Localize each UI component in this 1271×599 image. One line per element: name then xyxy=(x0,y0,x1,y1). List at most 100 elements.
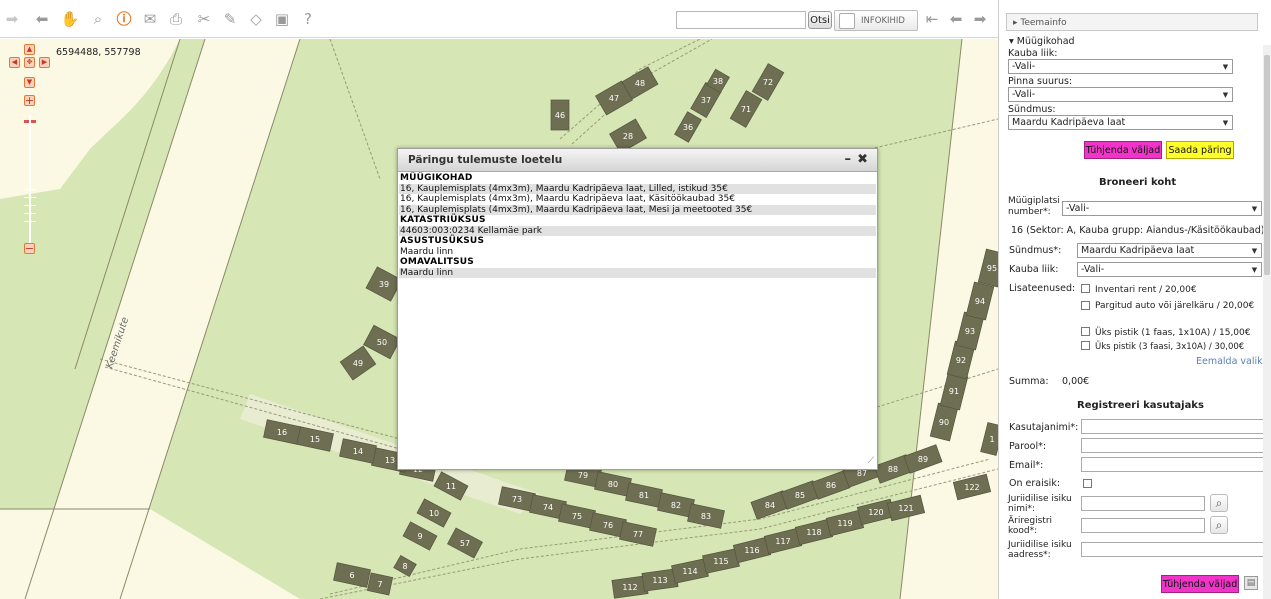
parcel-label: 48 xyxy=(635,79,645,88)
scrollbar-thumb[interactable] xyxy=(1264,55,1270,275)
print-icon[interactable]: ⎙ xyxy=(166,9,186,29)
search-icon[interactable]: ⌕ xyxy=(1210,516,1228,534)
map-parcel[interactable]: 10 xyxy=(416,498,452,528)
map-parcel[interactable]: 114 xyxy=(671,558,709,584)
pan-hand-icon[interactable]: ✋ xyxy=(60,9,80,29)
kauba-liik-value: -Vali- xyxy=(1012,61,1036,72)
map-parcel[interactable]: 81 xyxy=(625,482,663,508)
private-person-checkbox[interactable] xyxy=(1083,479,1092,488)
service-checkbox[interactable] xyxy=(1081,301,1090,310)
map-parcel[interactable]: 115 xyxy=(702,548,740,574)
parcel-label: 79 xyxy=(578,471,588,480)
close-icon[interactable]: ✖ xyxy=(857,152,868,167)
map-parcel[interactable]: 118 xyxy=(794,518,834,546)
result-row[interactable]: 44603:003:0234 Kellamäe park xyxy=(399,225,876,236)
map-parcel[interactable]: 7 xyxy=(366,572,394,596)
panel-scrollbar[interactable] xyxy=(1263,45,1271,599)
forward-arrow-icon[interactable]: ➡ xyxy=(2,9,22,29)
zoom-slider[interactable] xyxy=(29,115,31,245)
minimize-icon[interactable]: – xyxy=(845,152,852,167)
map-parcel[interactable]: 77 xyxy=(619,521,657,547)
map-parcel[interactable]: 75 xyxy=(558,503,596,529)
map-parcel[interactable]: 116 xyxy=(732,536,772,564)
registry-code-field[interactable] xyxy=(1081,518,1205,533)
zoom-in-icon[interactable]: + xyxy=(24,95,35,106)
result-row[interactable]: 16, Kauplemisplats (4mx3m), Maardu Kadri… xyxy=(399,183,876,194)
eraser-icon[interactable]: ◇ xyxy=(246,9,266,29)
map-parcel[interactable]: 119 xyxy=(825,509,865,537)
service-checkbox[interactable] xyxy=(1081,284,1090,293)
send-query-button[interactable]: Saada päring xyxy=(1166,141,1234,159)
company-address-field[interactable] xyxy=(1081,542,1266,557)
map-parcel[interactable]: 83 xyxy=(687,503,725,529)
parcel-label: 38 xyxy=(713,77,723,86)
service-checkbox[interactable] xyxy=(1081,327,1090,336)
map-parcel[interactable]: 6 xyxy=(333,562,371,588)
kauba-liik2-select[interactable]: -Vali- ▼ xyxy=(1077,262,1262,277)
save-icon[interactable]: ▤ xyxy=(1244,576,1258,590)
result-row[interactable]: Maardu linn xyxy=(399,267,876,278)
dialog-header[interactable]: Päringu tulemuste loetelu – ✖ xyxy=(398,149,877,172)
remove-selection-link[interactable]: Eemalda valik xyxy=(1196,356,1263,367)
result-row[interactable]: 16, Kauplemisplats (4mx3m), Maardu Kadri… xyxy=(399,194,876,205)
search-button[interactable]: Otsi xyxy=(808,11,832,29)
place-info: 16 (Sektor: A, Kauba grupp: Aiandus-/Käs… xyxy=(1011,225,1265,236)
email-icon[interactable]: ✉ xyxy=(140,9,160,29)
syndmus-select[interactable]: Maardu Kadripäeva laat ▼ xyxy=(1008,115,1233,130)
parcel-label: 117 xyxy=(775,537,790,546)
kauba-liik-select[interactable]: -Vali- ▼ xyxy=(1008,59,1233,74)
image-export-icon[interactable]: ▣ xyxy=(272,9,292,29)
draw-pen-icon[interactable]: ✎ xyxy=(220,9,240,29)
search-icon[interactable]: ⌕ xyxy=(1210,494,1228,512)
map-parcel[interactable]: 117 xyxy=(763,527,803,555)
result-row[interactable]: Maardu linn xyxy=(399,247,876,258)
password-field[interactable] xyxy=(1081,438,1266,453)
info-icon[interactable]: ⓘ xyxy=(114,9,134,29)
map-parcel[interactable]: 8 xyxy=(393,554,417,578)
map-parcel[interactable]: 71 xyxy=(729,90,763,128)
company-name-field[interactable] xyxy=(1081,496,1205,511)
email-field[interactable] xyxy=(1081,457,1266,472)
parcel-label: 15 xyxy=(310,435,320,444)
map-parcel[interactable]: 50 xyxy=(363,324,401,360)
parcel-label: 9 xyxy=(417,532,422,541)
pan-center-icon[interactable]: ✥ xyxy=(24,57,35,68)
help-icon[interactable]: ? xyxy=(298,9,318,29)
myygikohad-heading[interactable]: ▾ Müügikohad xyxy=(1009,36,1075,47)
map-parcel[interactable]: 9 xyxy=(402,521,438,551)
parcel-label: 1 xyxy=(989,435,994,444)
clear-fields-button[interactable]: Tühjenda väljad xyxy=(1084,141,1162,159)
zoom-out-icon[interactable]: − xyxy=(24,243,35,254)
pan-down-icon[interactable]: ▼ xyxy=(24,77,35,88)
query-results-dialog[interactable]: Päringu tulemuste loetelu – ✖ MÜÜGIKOHAD… xyxy=(397,148,878,470)
map-parcel[interactable]: 36 xyxy=(674,111,702,143)
myygiplatsi-select[interactable]: -Vali- ▼ xyxy=(1062,201,1262,216)
back-arrow-icon[interactable]: ⬅ xyxy=(32,9,52,29)
map-parcel[interactable]: 49 xyxy=(339,345,377,381)
username-field[interactable] xyxy=(1081,419,1266,434)
teemainfo-header[interactable]: ▸ Teemainfo xyxy=(1006,13,1258,31)
next-icon[interactable]: ➡ xyxy=(970,9,990,29)
parcel-label: 90 xyxy=(939,418,949,427)
first-page-icon[interactable]: ⇤ xyxy=(922,9,942,29)
clear-fields-button-2[interactable]: Tühjenda väljad xyxy=(1161,575,1239,593)
pan-right-icon[interactable]: ▶ xyxy=(39,57,50,68)
resize-grip-icon[interactable]: ⟋ xyxy=(868,456,874,466)
pan-up-icon[interactable]: ▲ xyxy=(24,44,35,55)
zoom-search-icon[interactable]: ⌕ xyxy=(88,9,108,29)
map-parcel[interactable]: 80 xyxy=(594,471,632,497)
parcel-label: 39 xyxy=(379,280,389,289)
map-parcel[interactable]: 46 xyxy=(550,99,570,131)
pan-left-icon[interactable]: ◀ xyxy=(9,57,20,68)
result-row[interactable]: 16, Kauplemisplats (4mx3m), Maardu Kadri… xyxy=(399,204,876,215)
map-parcel[interactable]: 72 xyxy=(751,63,785,101)
service-checkbox[interactable] xyxy=(1081,341,1090,350)
map-parcel[interactable]: 57 xyxy=(447,527,483,559)
pinna-suurus-select[interactable]: -Vali- ▼ xyxy=(1008,87,1233,102)
syndmus2-select[interactable]: Maardu Kadripäeva laat ▼ xyxy=(1077,243,1262,258)
infokihid-button[interactable]: INFOKIHID xyxy=(834,10,918,31)
search-input[interactable] xyxy=(676,11,806,29)
previous-icon[interactable]: ⬅ xyxy=(946,9,966,29)
parcel-label: 121 xyxy=(898,504,913,513)
measure-icon[interactable]: ✂ xyxy=(194,9,214,29)
